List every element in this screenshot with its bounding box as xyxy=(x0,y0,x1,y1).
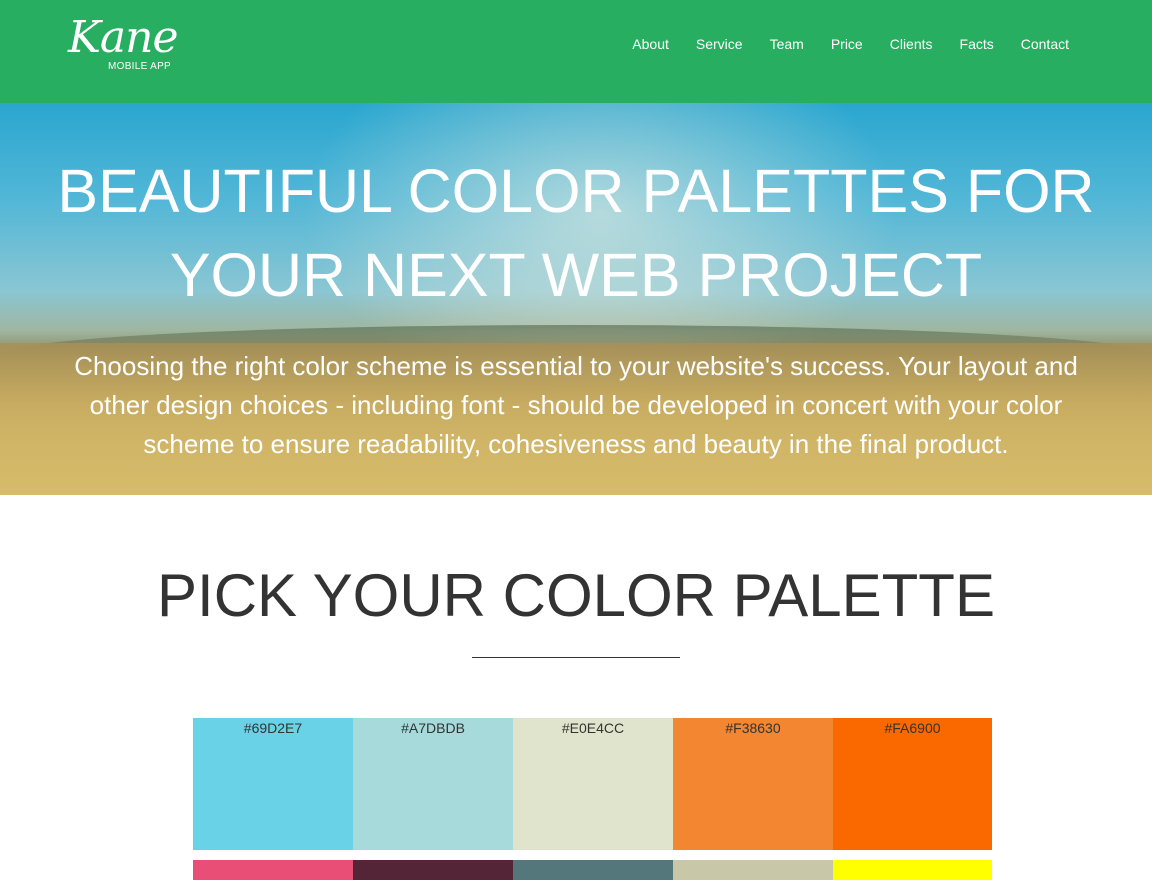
color-swatch[interactable]: #F38630 xyxy=(673,718,833,850)
nav-about[interactable]: About xyxy=(632,35,669,53)
swatch-hex-label: #F38630 xyxy=(725,720,781,736)
nav-facts[interactable]: Facts xyxy=(960,35,994,53)
color-swatch[interactable]: #FA6900 xyxy=(833,718,992,850)
site-header: Kane MOBILE APP About Service Team Price… xyxy=(0,0,1152,103)
hero-description: Choosing the right color scheme is essen… xyxy=(74,351,1078,459)
color-swatch[interactable] xyxy=(353,860,513,880)
color-swatch[interactable]: #A7DBDB xyxy=(353,718,513,850)
nav-contact[interactable]: Contact xyxy=(1021,35,1069,53)
logo-wordmark: Kane xyxy=(68,12,178,63)
color-swatch[interactable]: #69D2E7 xyxy=(193,718,353,850)
color-swatch[interactable] xyxy=(193,860,353,880)
section-title: PICK YOUR COLOR PALETTE xyxy=(157,562,995,629)
nav-clients[interactable]: Clients xyxy=(890,35,933,53)
swatch-hex-label: #A7DBDB xyxy=(401,720,465,736)
palette-row: #69D2E7 #A7DBDB #E0E4CC #F38630 #FA6900 xyxy=(193,718,992,850)
color-swatch[interactable]: #E0E4CC xyxy=(513,718,673,850)
color-palette: #69D2E7 #A7DBDB #E0E4CC #F38630 #FA6900 xyxy=(193,718,992,880)
main-nav: About Service Team Price Clients Facts C… xyxy=(605,35,1069,53)
swatch-hex-label: #E0E4CC xyxy=(561,720,625,736)
palette-row xyxy=(193,860,992,880)
nav-team[interactable]: Team xyxy=(770,35,804,53)
hero-title: BEAUTIFUL COLOR PALETTES FOR YOUR NEXT W… xyxy=(0,149,1152,317)
hero-title-line2: YOUR NEXT WEB PROJECT xyxy=(169,241,983,309)
swatch-hex-label: #69D2E7 xyxy=(243,720,303,736)
color-swatch[interactable] xyxy=(513,860,673,880)
section-divider xyxy=(472,657,680,658)
color-swatch[interactable] xyxy=(673,860,833,880)
nav-service[interactable]: Service xyxy=(696,35,743,53)
nav-price[interactable]: Price xyxy=(831,35,863,53)
logo[interactable]: Kane MOBILE APP xyxy=(68,12,188,76)
color-swatch[interactable] xyxy=(833,860,992,880)
swatch-hex-label: #FA6900 xyxy=(884,720,941,736)
hero-title-line1: BEAUTIFUL COLOR PALETTES FOR xyxy=(57,157,1095,225)
logo-tagline: MOBILE APP xyxy=(108,61,172,72)
hero-banner: BEAUTIFUL COLOR PALETTES FOR YOUR NEXT W… xyxy=(0,103,1152,495)
